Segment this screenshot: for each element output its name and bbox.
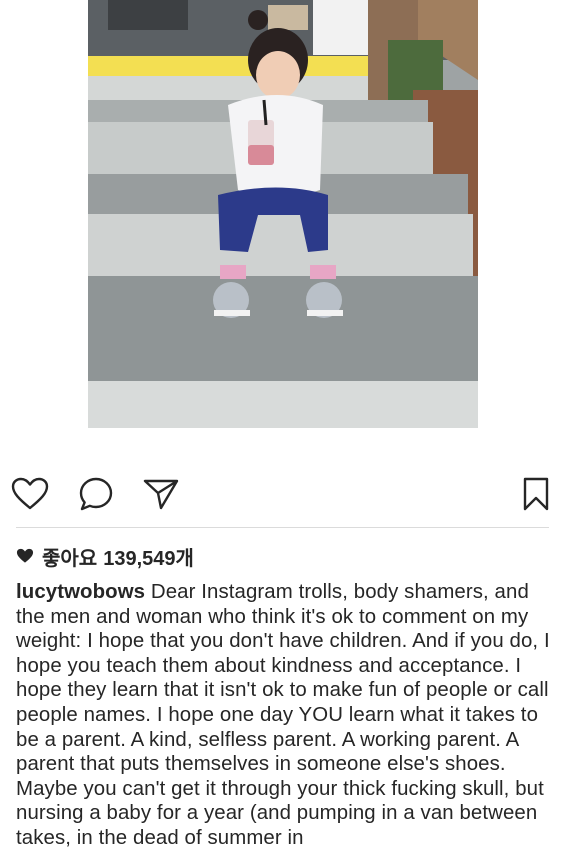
caption-username[interactable]: lucytwobows bbox=[16, 581, 145, 603]
post-photo-illustration bbox=[88, 0, 478, 428]
caption-text: Dear Instagram trolls, body shamers, and… bbox=[16, 581, 550, 849]
likes-label: 좋아요 bbox=[42, 547, 98, 570]
likes-row[interactable]: 좋아요 139,549개 bbox=[16, 542, 194, 570]
bookmark-icon[interactable] bbox=[516, 476, 556, 512]
paper-plane-icon[interactable] bbox=[141, 476, 181, 512]
comment-bubble-icon[interactable] bbox=[76, 476, 116, 512]
post-caption: lucytwobows Dear Instagram trolls, body … bbox=[16, 580, 561, 851]
heart-outline-icon[interactable] bbox=[10, 476, 50, 512]
likes-count: 139,549개 bbox=[103, 547, 194, 570]
heart-filled-icon bbox=[16, 547, 34, 565]
post-action-bar bbox=[0, 470, 572, 518]
actions-divider bbox=[16, 527, 549, 528]
post-photo[interactable] bbox=[88, 0, 478, 428]
